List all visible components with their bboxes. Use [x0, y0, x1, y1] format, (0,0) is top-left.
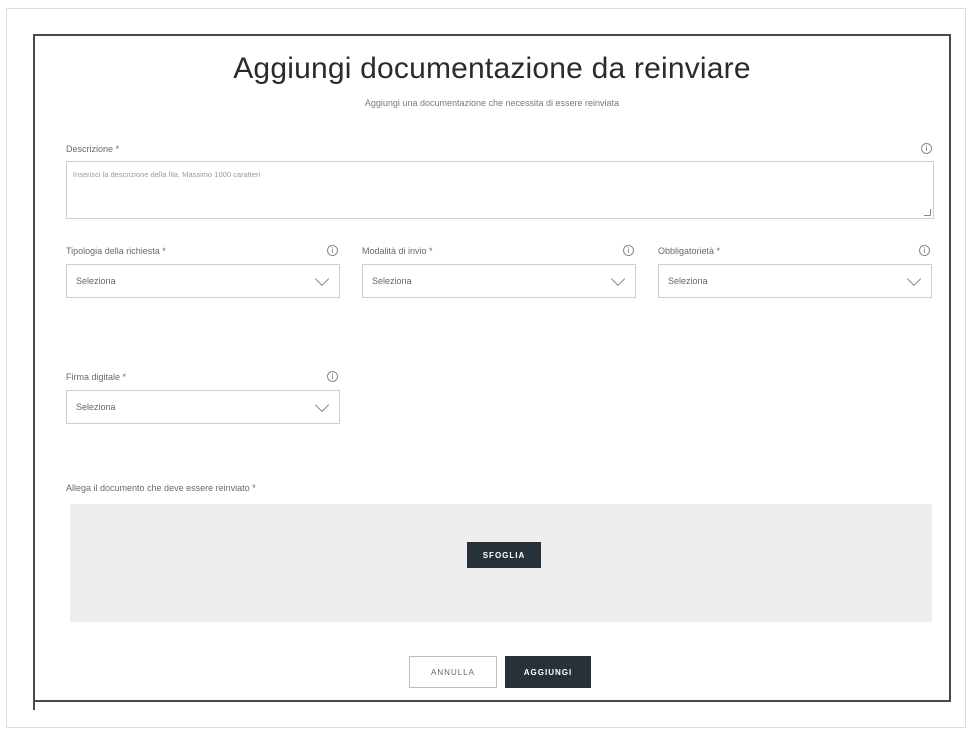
cancel-button[interactable]: ANNULLA — [409, 656, 497, 688]
attachment-label: Allega il documento che deve essere rein… — [66, 483, 256, 493]
browse-button[interactable]: SFOGLIA — [467, 542, 541, 568]
dialog-title: Aggiungi documentazione da reinviare — [233, 52, 751, 85]
add-documentation-dialog: Aggiungi documentazione da reinviare Agg… — [33, 34, 951, 702]
info-icon[interactable]: i — [921, 143, 932, 154]
tipologia-value: Seleziona — [76, 276, 116, 286]
chevron-down-icon — [610, 271, 626, 287]
chevron-down-icon — [906, 271, 922, 287]
modalita-label: Modalità di invio * — [362, 246, 433, 256]
obbligatorieta-label: Obbligatorietà * — [658, 246, 721, 256]
file-dropzone[interactable]: SFOGLIA — [70, 504, 932, 622]
add-button[interactable]: AGGIUNGI — [505, 656, 591, 688]
dialog-subtitle: Aggiungi una documentazione che necessit… — [364, 98, 620, 108]
info-icon[interactable]: i — [919, 245, 930, 256]
firma-label: Firma digitale * — [66, 372, 127, 382]
tipologia-select[interactable]: Seleziona — [66, 264, 340, 298]
resize-handle[interactable] — [924, 209, 931, 216]
tipologia-label: Tipologia della richiesta * — [66, 246, 166, 256]
chevron-down-icon — [314, 271, 330, 287]
modalita-value: Seleziona — [372, 276, 412, 286]
firma-value: Seleziona — [76, 402, 116, 412]
info-icon[interactable]: i — [327, 371, 338, 382]
chevron-down-icon — [314, 397, 330, 413]
modalita-select[interactable]: Seleziona — [362, 264, 636, 298]
firma-select[interactable]: Seleziona — [66, 390, 340, 424]
obbligatorieta-value: Seleziona — [668, 276, 708, 286]
obbligatorieta-select[interactable]: Seleziona — [658, 264, 932, 298]
info-icon[interactable]: i — [623, 245, 634, 256]
descrizione-label: Descrizione * — [66, 144, 120, 154]
descrizione-textarea[interactable]: Inserisci la descrizione della fila. Mas… — [66, 161, 934, 219]
info-icon[interactable]: i — [327, 245, 338, 256]
descrizione-placeholder: Inserisci la descrizione della fila. Mas… — [73, 170, 261, 179]
